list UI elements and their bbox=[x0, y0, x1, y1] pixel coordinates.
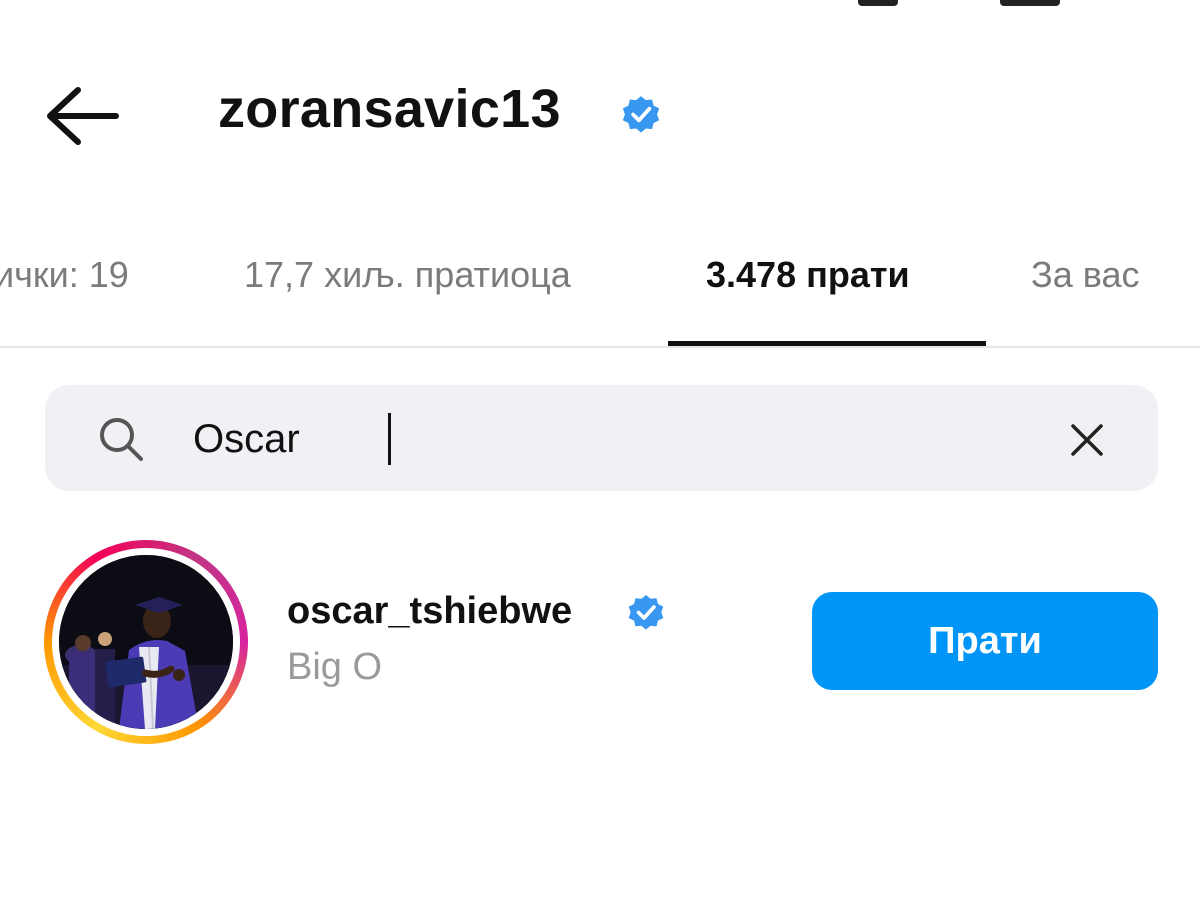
text-cursor bbox=[388, 413, 391, 465]
profile-tabs: ички: 19 17,7 хиљ. пратиоца 3.478 прати … bbox=[0, 240, 1200, 350]
tab-for-you[interactable]: За вас bbox=[1031, 254, 1140, 296]
search-bar[interactable] bbox=[45, 385, 1158, 491]
avatar-photo-graduate bbox=[59, 555, 233, 729]
profile-username-title: zoransavic13 bbox=[218, 79, 561, 139]
back-button[interactable] bbox=[44, 84, 120, 148]
status-bar-battery-icon bbox=[1000, 0, 1060, 6]
list-item[interactable]: oscar_tshiebwe Big O Прати bbox=[0, 530, 1200, 750]
result-username[interactable]: oscar_tshiebwe bbox=[287, 590, 572, 633]
avatar bbox=[59, 555, 233, 729]
close-icon[interactable] bbox=[1069, 422, 1105, 458]
status-bar-signal-icon bbox=[858, 0, 898, 6]
tab-posts[interactable]: ички: 19 bbox=[0, 254, 129, 296]
tab-following[interactable]: 3.478 прати bbox=[706, 254, 910, 296]
follow-button[interactable]: Прати bbox=[812, 592, 1158, 690]
result-full-name: Big O bbox=[287, 646, 383, 688]
tabs-divider bbox=[0, 346, 1200, 348]
arrow-left-icon bbox=[47, 87, 119, 145]
story-ring[interactable] bbox=[44, 540, 248, 744]
search-input[interactable] bbox=[193, 411, 953, 467]
verified-badge-icon bbox=[622, 96, 660, 133]
search-icon bbox=[100, 418, 143, 461]
verified-badge-icon bbox=[628, 595, 664, 630]
tab-followers[interactable]: 17,7 хиљ. пратиоца bbox=[244, 254, 571, 296]
following-search-screen: zoransavic13 ички: 19 17,7 хиљ. пратиоца… bbox=[0, 0, 1200, 915]
